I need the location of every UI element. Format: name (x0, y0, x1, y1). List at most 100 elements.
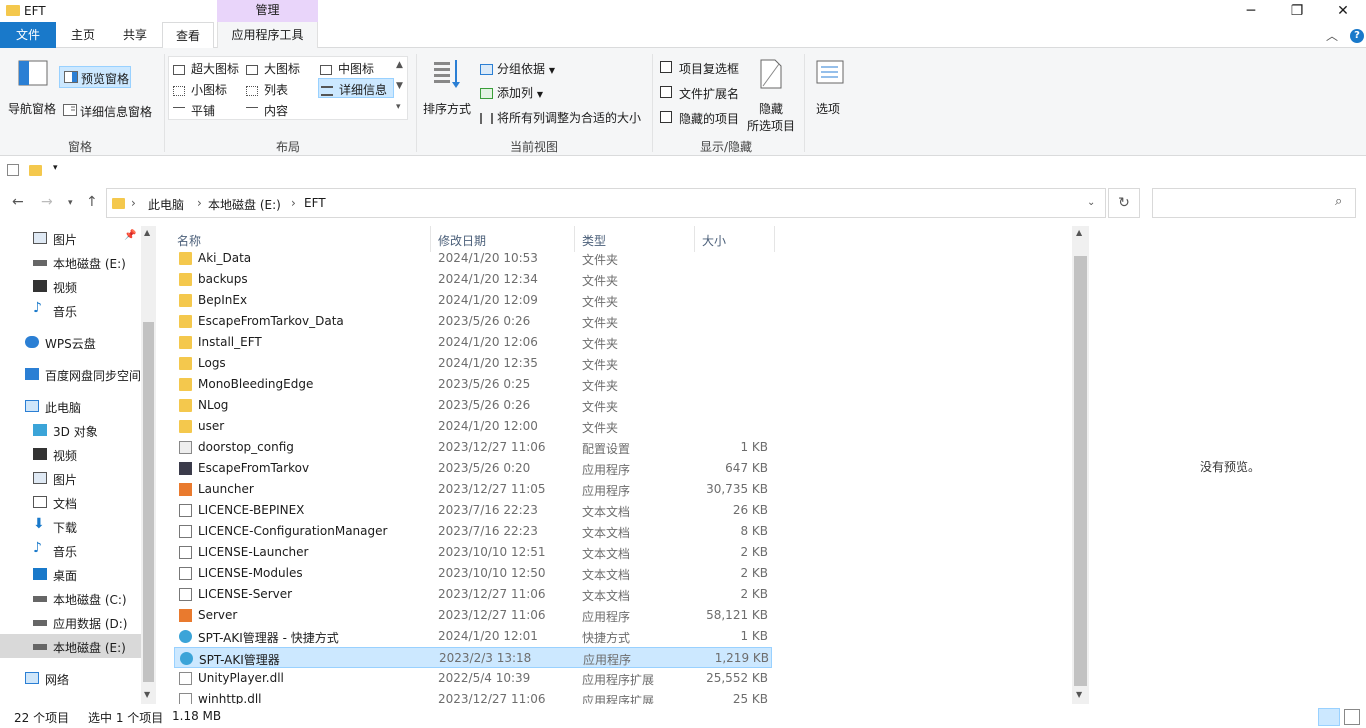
tab-file[interactable]: 文件 (0, 22, 56, 48)
file-row[interactable]: SPT-AKI管理器 2023/2/3 13:18 应用程序 1,219 KB (174, 647, 772, 668)
options-button[interactable]: 选项 (808, 56, 852, 120)
scroll-down-icon[interactable]: ▼ (144, 690, 150, 699)
file-row[interactable]: NLog 2023/5/26 0:26 文件夹 (174, 395, 772, 416)
hidden-items-checkbox[interactable] (660, 111, 672, 123)
file-row[interactable]: Install_EFT 2024/1/20 12:06 文件夹 (174, 332, 772, 353)
file-row[interactable]: LICENCE-BEPINEX 2023/7/16 22:23 文本文档 26 KB (174, 500, 772, 521)
chevron-down-icon[interactable]: ⌄ (1087, 197, 1095, 208)
nav-item-music-quick[interactable]: ♪ 音乐 (0, 298, 141, 322)
column-type[interactable]: 类型 (582, 232, 606, 249)
tab-home[interactable]: 主页 (58, 22, 108, 48)
scroll-up-icon[interactable]: ▲ (144, 228, 150, 237)
back-icon[interactable]: ← (12, 194, 24, 210)
scroll-up-icon[interactable]: ▲ (1076, 228, 1082, 237)
nav-item-videos[interactable]: 视频 (0, 442, 141, 466)
address-bar[interactable]: › 此电脑 › 本地磁盘 (E:) › EFT ⌄ (106, 188, 1106, 218)
search-input[interactable]: ⌕ (1152, 188, 1356, 218)
file-row[interactable]: Server 2023/12/27 11:06 应用程序 58,121 KB (174, 605, 772, 626)
nav-pane-button[interactable]: 导航窗格 (6, 56, 60, 120)
large-icons-view-icon[interactable] (1344, 709, 1360, 725)
file-row[interactable]: winhttp.dll 2023/12/27 11:06 应用程序扩展 25 KB (174, 689, 772, 704)
file-row[interactable]: Aki_Data 2024/1/20 10:53 文件夹 (174, 248, 772, 269)
tab-view[interactable]: 查看 (162, 22, 214, 49)
new-folder-icon[interactable] (29, 165, 42, 176)
forward-icon[interactable]: → (41, 194, 53, 210)
file-row[interactable]: UnityPlayer.dll 2022/5/4 10:39 应用程序扩展 25,55… (174, 668, 772, 689)
chevron-up-icon[interactable]: ︿ (1326, 27, 1338, 44)
pin-icon[interactable]: 📌 (124, 230, 136, 241)
column-date[interactable]: 修改日期 (438, 232, 486, 249)
hide-selected-button[interactable]: 隐藏 所选项目 (745, 56, 801, 133)
add-columns-button[interactable]: 添加列 ▼ (480, 84, 543, 101)
minimize-button[interactable]: ─ (1228, 0, 1274, 24)
details-view-icon[interactable] (1318, 708, 1340, 726)
breadcrumb-this-pc[interactable]: 此电脑 (148, 196, 184, 213)
file-row[interactable]: BepInEx 2024/1/20 12:09 文件夹 (174, 290, 772, 311)
group-by-button[interactable]: 分组依据 ▼ (480, 60, 555, 77)
breadcrumb-drive-e[interactable]: 本地磁盘 (E:) (208, 196, 281, 213)
details-pane-button[interactable]: 详细信息窗格 (59, 100, 159, 122)
nav-item-videos-quick[interactable]: 视频 (0, 274, 141, 298)
file-row[interactable]: user 2024/1/20 12:00 文件夹 (174, 416, 772, 437)
maximize-button[interactable]: ❐ (1274, 0, 1320, 24)
recent-locations-icon[interactable]: ▾ (68, 198, 73, 208)
layout-tiles[interactable]: 平铺 (173, 102, 215, 119)
file-extensions-checkbox[interactable] (660, 86, 672, 98)
nav-scrollbar[interactable]: ▲ ▼ (141, 226, 156, 704)
file-row[interactable]: LICENCE-ConfigurationManager 2023/7/16 22… (174, 521, 772, 542)
file-row[interactable]: MonoBleedingEdge 2023/5/26 0:25 文件夹 (174, 374, 772, 395)
breadcrumb-eft[interactable]: EFT (304, 196, 326, 210)
scroll-down-icon[interactable]: ▼ (1076, 690, 1082, 699)
nav-item-music[interactable]: ♪ 音乐 (0, 538, 141, 562)
file-row[interactable]: Launcher 2023/12/27 11:05 应用程序 30,735 KB (174, 479, 772, 500)
layout-details[interactable]: 详细信息 (318, 78, 394, 98)
item-checkboxes-checkbox[interactable] (660, 61, 672, 73)
nav-scroll-thumb[interactable] (143, 322, 154, 682)
sort-by-button[interactable]: 排序方式 (420, 56, 474, 120)
nav-item-downloads[interactable]: ⬇ 下载 (0, 514, 141, 538)
nav-item-drive-e-quick[interactable]: 本地磁盘 (E:) (0, 250, 141, 274)
fit-columns-button[interactable]: 将所有列调整为合适的大小 (480, 109, 641, 126)
file-row[interactable]: EscapeFromTarkov 2023/5/26 0:20 应用程序 647 KB (174, 458, 772, 479)
nav-item-3d-objects[interactable]: 3D 对象 (0, 418, 141, 442)
file-row[interactable]: doorstop_config 2023/12/27 11:06 配置设置 1 KB (174, 437, 772, 458)
file-row[interactable]: SPT-AKI管理器 - 快捷方式 2024/1/20 12:01 快捷方式 1 KB (174, 626, 772, 647)
file-row[interactable]: LICENSE-Server 2023/12/27 11:06 文本文档 2 KB (174, 584, 772, 605)
refresh-icon[interactable]: ↻ (1108, 188, 1140, 218)
gallery-up-icon[interactable]: ▲ (396, 60, 403, 70)
nav-item-pictures[interactable]: 图片 (0, 466, 141, 490)
gallery-expand-icon[interactable]: ▾ (396, 102, 401, 112)
gallery-down-icon[interactable]: ▼ (396, 81, 403, 91)
layout-extra-large[interactable]: 超大图标 (173, 60, 239, 77)
column-name[interactable]: 名称 (177, 232, 201, 249)
help-icon[interactable]: ? (1350, 29, 1364, 43)
layout-small[interactable]: 小图标 (173, 81, 227, 98)
layout-list[interactable]: 列表 (246, 81, 288, 98)
tab-app-tools[interactable]: 应用程序工具 (217, 22, 318, 48)
file-list-scroll-thumb[interactable] (1074, 256, 1087, 686)
close-button[interactable]: ✕ (1320, 0, 1366, 24)
layout-medium[interactable]: 中图标 (320, 60, 374, 77)
file-list-scrollbar[interactable]: ▲ ▼ (1072, 226, 1089, 704)
properties-icon[interactable] (7, 164, 19, 176)
file-row[interactable]: LICENSE-Modules 2023/10/10 12:50 文本文档 2 KB (174, 563, 772, 584)
column-divider[interactable] (774, 226, 775, 252)
preview-pane-button[interactable]: 预览窗格 (59, 66, 131, 88)
layout-content[interactable]: 内容 (246, 102, 288, 119)
file-row[interactable]: Logs 2024/1/20 12:35 文件夹 (174, 353, 772, 374)
nav-item-drive-d[interactable]: 应用数据 (D:) (0, 610, 141, 634)
nav-item-pictures-quick[interactable]: 图片 📌 (0, 226, 141, 250)
nav-item-drive-e[interactable]: 本地磁盘 (E:) (0, 634, 141, 658)
nav-item-desktop[interactable]: 桌面 (0, 562, 141, 586)
file-row[interactable]: EscapeFromTarkov_Data 2023/5/26 0:26 文件夹 (174, 311, 772, 332)
up-icon[interactable]: ↑ (86, 194, 98, 210)
tab-share[interactable]: 共享 (110, 22, 160, 48)
nav-item-network[interactable]: 网络 (0, 666, 141, 690)
layout-large[interactable]: 大图标 (246, 60, 300, 77)
qat-customize-icon[interactable]: ▾ (53, 163, 58, 173)
file-row[interactable]: backups 2024/1/20 12:34 文件夹 (174, 269, 772, 290)
nav-item-this-pc[interactable]: 此电脑 (0, 394, 141, 418)
column-size[interactable]: 大小 (702, 232, 726, 249)
nav-item-baidu[interactable]: 百度网盘同步空间 (0, 362, 141, 386)
nav-item-drive-c[interactable]: 本地磁盘 (C:) (0, 586, 141, 610)
